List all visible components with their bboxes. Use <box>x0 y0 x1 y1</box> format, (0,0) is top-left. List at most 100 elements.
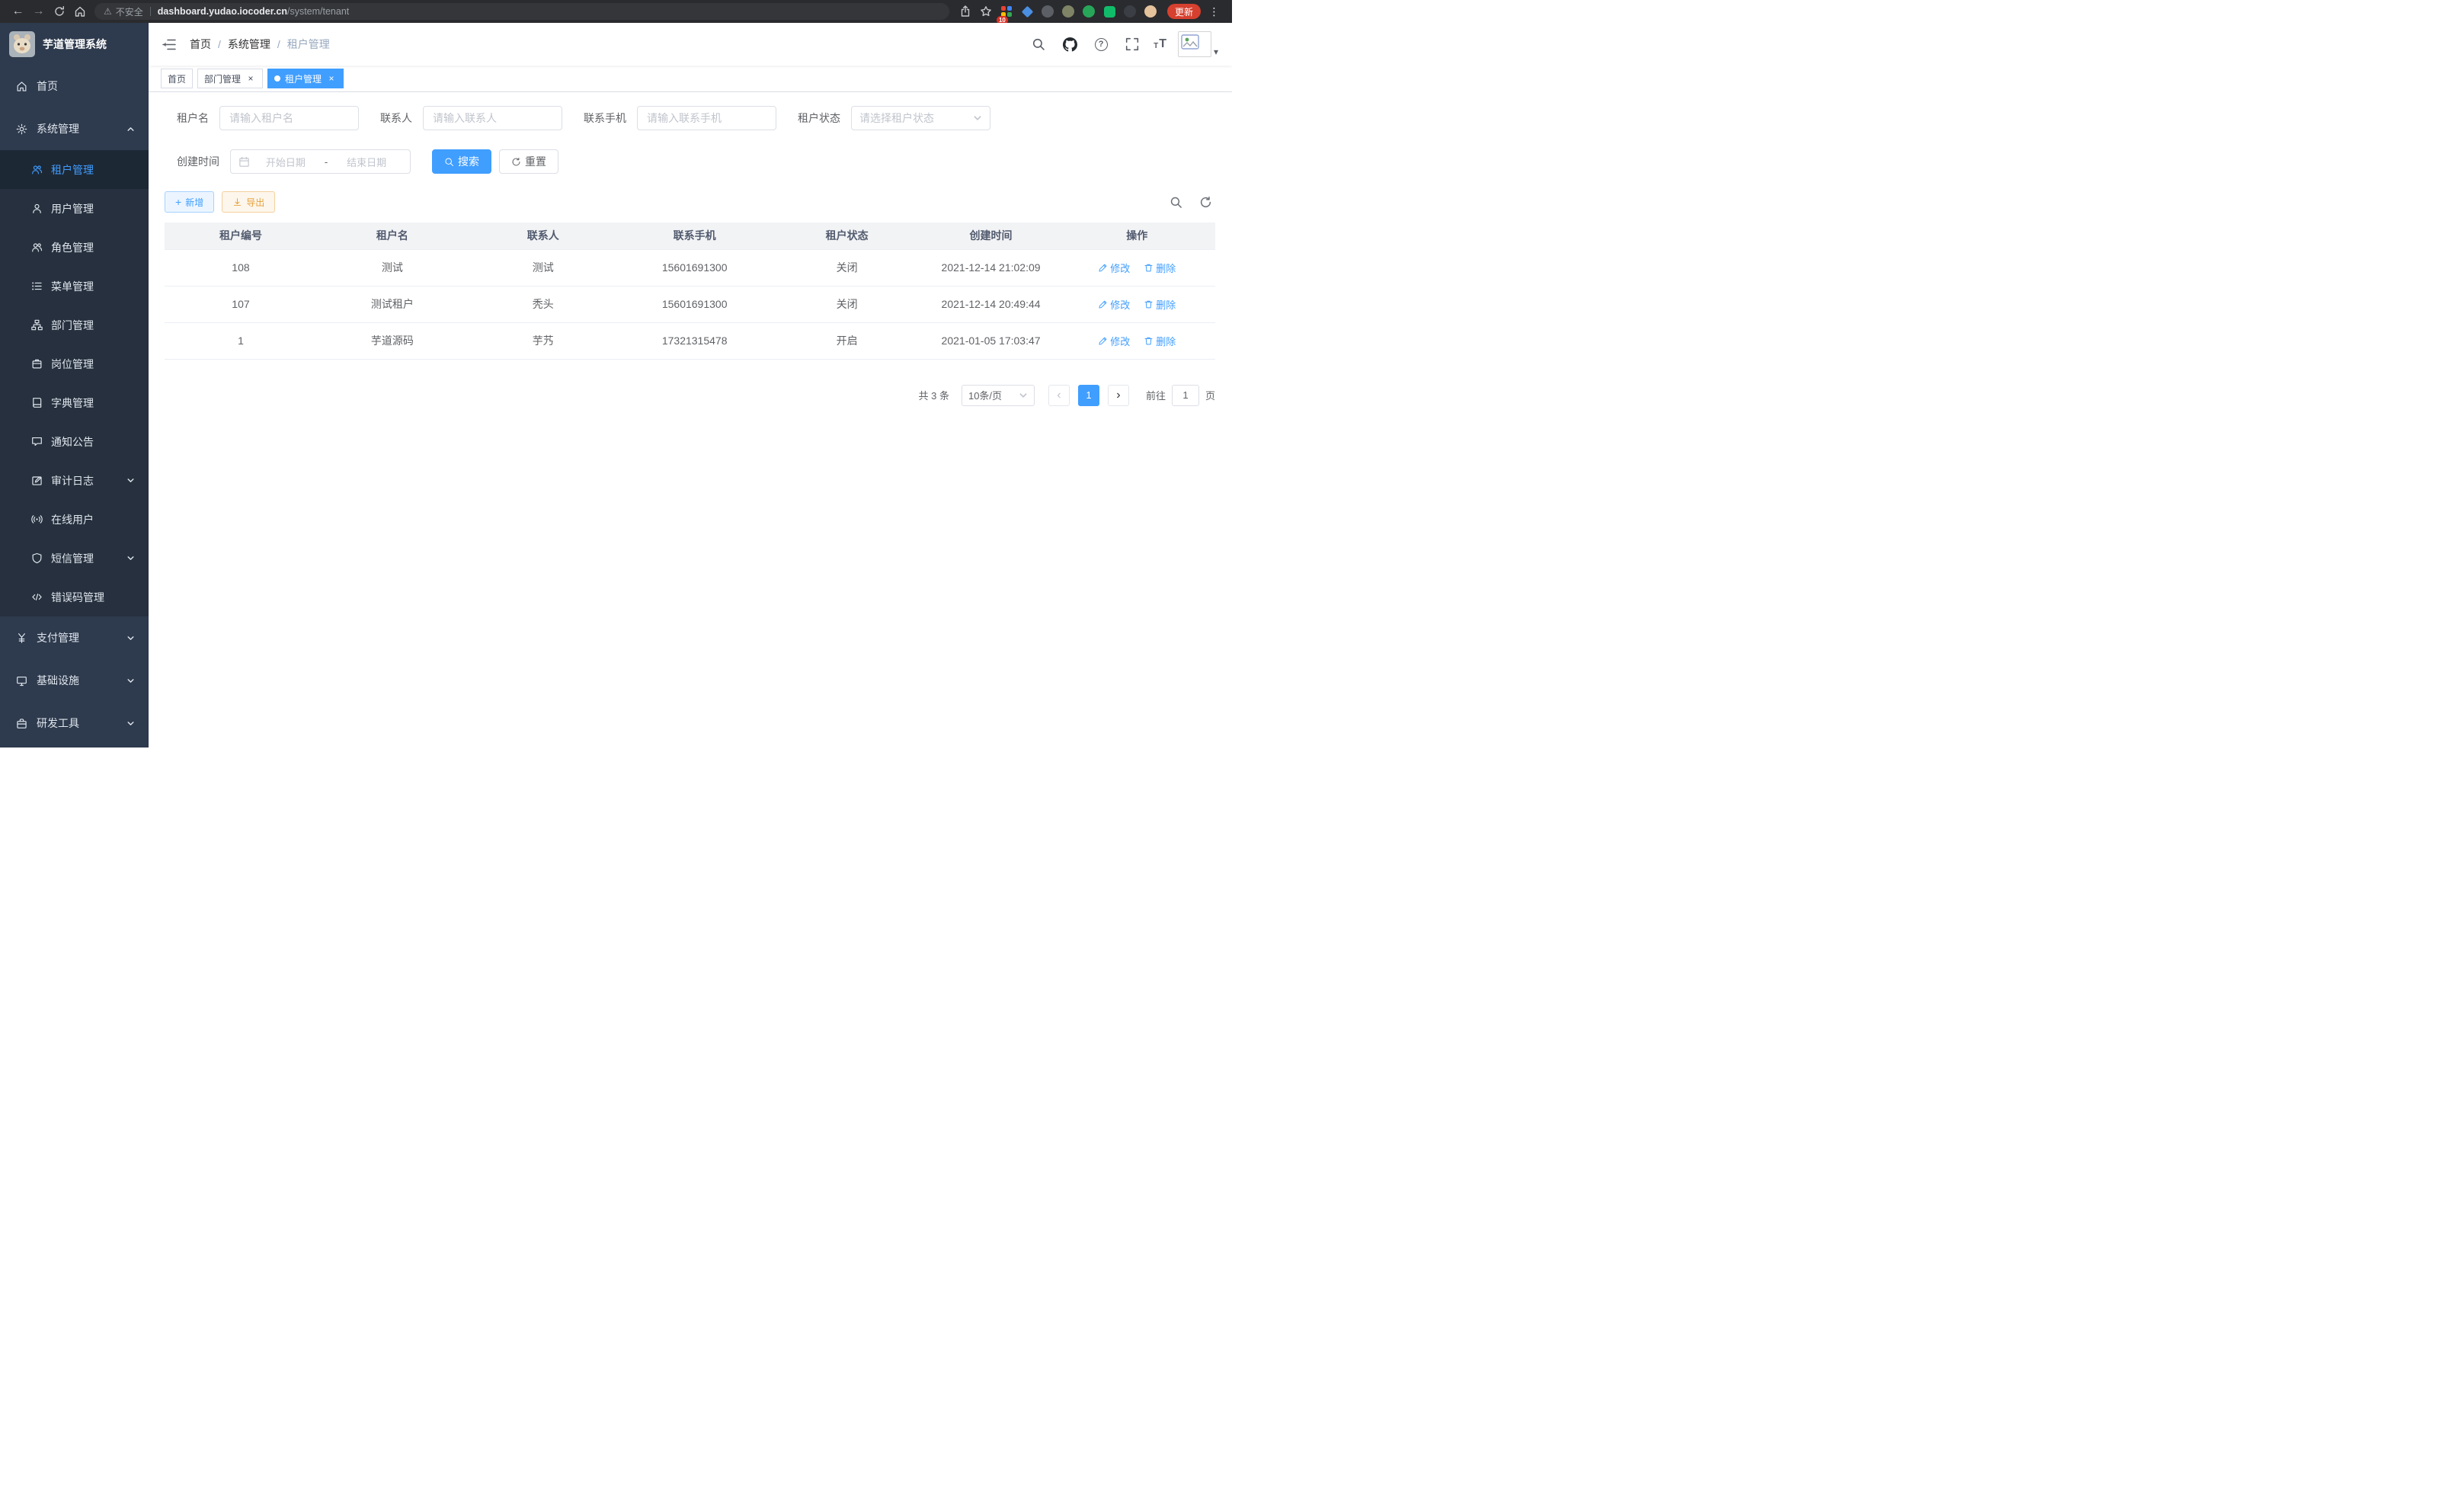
reload-button[interactable] <box>49 2 69 22</box>
sidebar-item-user[interactable]: 用户管理 <box>0 189 149 228</box>
page-size-value: 10条/页 <box>968 388 1019 402</box>
cell-phone: 17321315478 <box>619 322 771 359</box>
breadcrumb-current: 租户管理 <box>287 37 330 52</box>
tenant-status-select[interactable]: 请选择租户状态 <box>851 106 990 130</box>
toggle-search-icon[interactable] <box>1170 196 1182 209</box>
contact-input[interactable] <box>423 106 562 130</box>
phone-input[interactable] <box>637 106 776 130</box>
edit-link[interactable]: 修改 <box>1098 297 1130 312</box>
help-button[interactable]: ? <box>1091 34 1111 54</box>
app-logo[interactable]: 芋道管理系统 <box>0 23 149 65</box>
update-button[interactable]: 更新 <box>1167 4 1201 19</box>
delete-link[interactable]: 删除 <box>1144 297 1176 312</box>
table-row: 107 测试租户 秃头 15601691300 关闭 2021-12-14 20… <box>165 286 1215 322</box>
sidebar-item-dept[interactable]: 部门管理 <box>0 306 149 344</box>
blue-diamond-icon <box>1022 5 1034 18</box>
sidebar-item-label: 在线用户 <box>51 512 135 527</box>
reload-icon <box>53 5 66 18</box>
avatar[interactable] <box>1178 31 1211 57</box>
gear-icon <box>16 123 27 135</box>
breadcrumb-home[interactable]: 首页 <box>190 37 211 52</box>
broken-image-icon <box>1181 34 1199 50</box>
breadcrumb-system[interactable]: 系统管理 <box>228 37 270 52</box>
extension-button-7[interactable] <box>1120 2 1141 22</box>
url-path: /system/tenant <box>287 6 349 17</box>
sidebar-item-system[interactable]: 系统管理 <box>0 107 149 150</box>
search-icon <box>444 157 454 167</box>
fullscreen-button[interactable] <box>1122 34 1142 54</box>
sidebar-item-sms[interactable]: 短信管理 <box>0 539 149 578</box>
search-button[interactable]: 搜索 <box>432 149 491 174</box>
sidebar-item-dict[interactable]: 字典管理 <box>0 383 149 422</box>
prev-page-button[interactable]: ‹ <box>1048 385 1070 406</box>
header-search-button[interactable] <box>1029 34 1048 54</box>
bookmark-button[interactable] <box>976 2 997 22</box>
sidebar-item-dev-tools[interactable]: 研发工具 <box>0 702 149 744</box>
sidebar-item-menu[interactable]: 菜单管理 <box>0 267 149 306</box>
share-button[interactable] <box>955 2 976 22</box>
extension-button-6[interactable] <box>1099 2 1120 22</box>
create-time-label: 创建时间 <box>177 154 230 169</box>
sidebar-item-label: 字典管理 <box>51 395 135 411</box>
font-size-button[interactable]: TT <box>1154 38 1166 50</box>
browser-profile-button[interactable] <box>1141 2 1161 22</box>
page-size-select[interactable]: 10条/页 <box>962 385 1035 406</box>
github-button[interactable] <box>1060 34 1080 54</box>
edit-link[interactable]: 修改 <box>1098 261 1130 275</box>
sidebar-item-error-code[interactable]: 错误码管理 <box>0 578 149 616</box>
tab-label: 部门管理 <box>204 72 241 85</box>
active-dot <box>274 75 280 82</box>
sidebar-item-label: 短信管理 <box>51 551 118 566</box>
address-bar[interactable]: ⚠ 不安全 dashboard.yudao.iocoder.cn /system… <box>94 3 949 20</box>
chevron-down-icon <box>126 476 135 485</box>
forward-button[interactable]: → <box>28 2 49 22</box>
sidebar-item-home[interactable]: 首页 <box>0 65 149 107</box>
sidebar-item-audit-log[interactable]: 审计日志 <box>0 461 149 500</box>
tenant-table: 租户编号 租户名 联系人 联系手机 租户状态 创建时间 操作 108 测试 <box>165 222 1215 360</box>
sidebar-item-role[interactable]: 角色管理 <box>0 228 149 267</box>
code-icon <box>31 591 43 603</box>
sidebar-item-label: 菜单管理 <box>51 279 135 294</box>
sidebar-item-notice[interactable]: 通知公告 <box>0 422 149 461</box>
sidebar-item-infrastructure[interactable]: 基础设施 <box>0 659 149 702</box>
add-button[interactable]: + 新增 <box>165 191 214 213</box>
phone-label: 联系手机 <box>584 110 637 126</box>
browser-menu-button[interactable]: ⋮ <box>1204 2 1224 22</box>
user-menu[interactable]: ▾ <box>1178 31 1218 57</box>
collapse-sidebar-button[interactable] <box>159 34 179 54</box>
tab-dept[interactable]: 部门管理 × <box>197 69 263 88</box>
delete-link[interactable]: 删除 <box>1144 334 1176 348</box>
sidebar-item-label: 支付管理 <box>37 630 117 645</box>
org-tree-icon <box>31 319 43 331</box>
close-icon[interactable]: × <box>245 73 256 84</box>
tenant-name-input[interactable] <box>219 106 359 130</box>
sidebar-item-post[interactable]: 岗位管理 <box>0 344 149 383</box>
extension-button-2[interactable] <box>1017 2 1038 22</box>
extension-button-5[interactable] <box>1079 2 1099 22</box>
extension-button-4[interactable] <box>1058 2 1079 22</box>
back-button[interactable]: ← <box>8 2 28 22</box>
page-number-1[interactable]: 1 <box>1078 385 1099 406</box>
extension-button-3[interactable] <box>1038 2 1058 22</box>
sidebar-item-payment[interactable]: 支付管理 <box>0 616 149 659</box>
create-time-range-picker[interactable]: 开始日期 - 结束日期 <box>230 149 411 174</box>
next-page-button[interactable]: › <box>1108 385 1129 406</box>
reset-button[interactable]: 重置 <box>499 149 558 174</box>
cell-tenant-id: 108 <box>165 249 317 286</box>
tab-home[interactable]: 首页 <box>161 69 193 88</box>
export-button[interactable]: 导出 <box>222 191 275 213</box>
tab-tenant[interactable]: 租户管理 × <box>267 69 344 88</box>
goto-page-input[interactable] <box>1172 385 1199 406</box>
table-header-row: 租户编号 租户名 联系人 联系手机 租户状态 创建时间 操作 <box>165 222 1215 249</box>
edit-link[interactable]: 修改 <box>1098 334 1130 348</box>
chevron-down-icon <box>126 554 135 562</box>
refresh-icon[interactable] <box>1199 196 1212 209</box>
close-icon[interactable]: × <box>326 73 337 84</box>
sidebar-item-online-users[interactable]: 在线用户 <box>0 500 149 539</box>
extension-button-1[interactable]: 10 <box>997 2 1017 22</box>
cell-status: 关闭 <box>771 249 923 286</box>
trash-icon <box>1144 336 1154 346</box>
delete-link[interactable]: 删除 <box>1144 261 1176 275</box>
sidebar-item-tenant[interactable]: 租户管理 <box>0 150 149 189</box>
home-button[interactable] <box>69 2 90 22</box>
